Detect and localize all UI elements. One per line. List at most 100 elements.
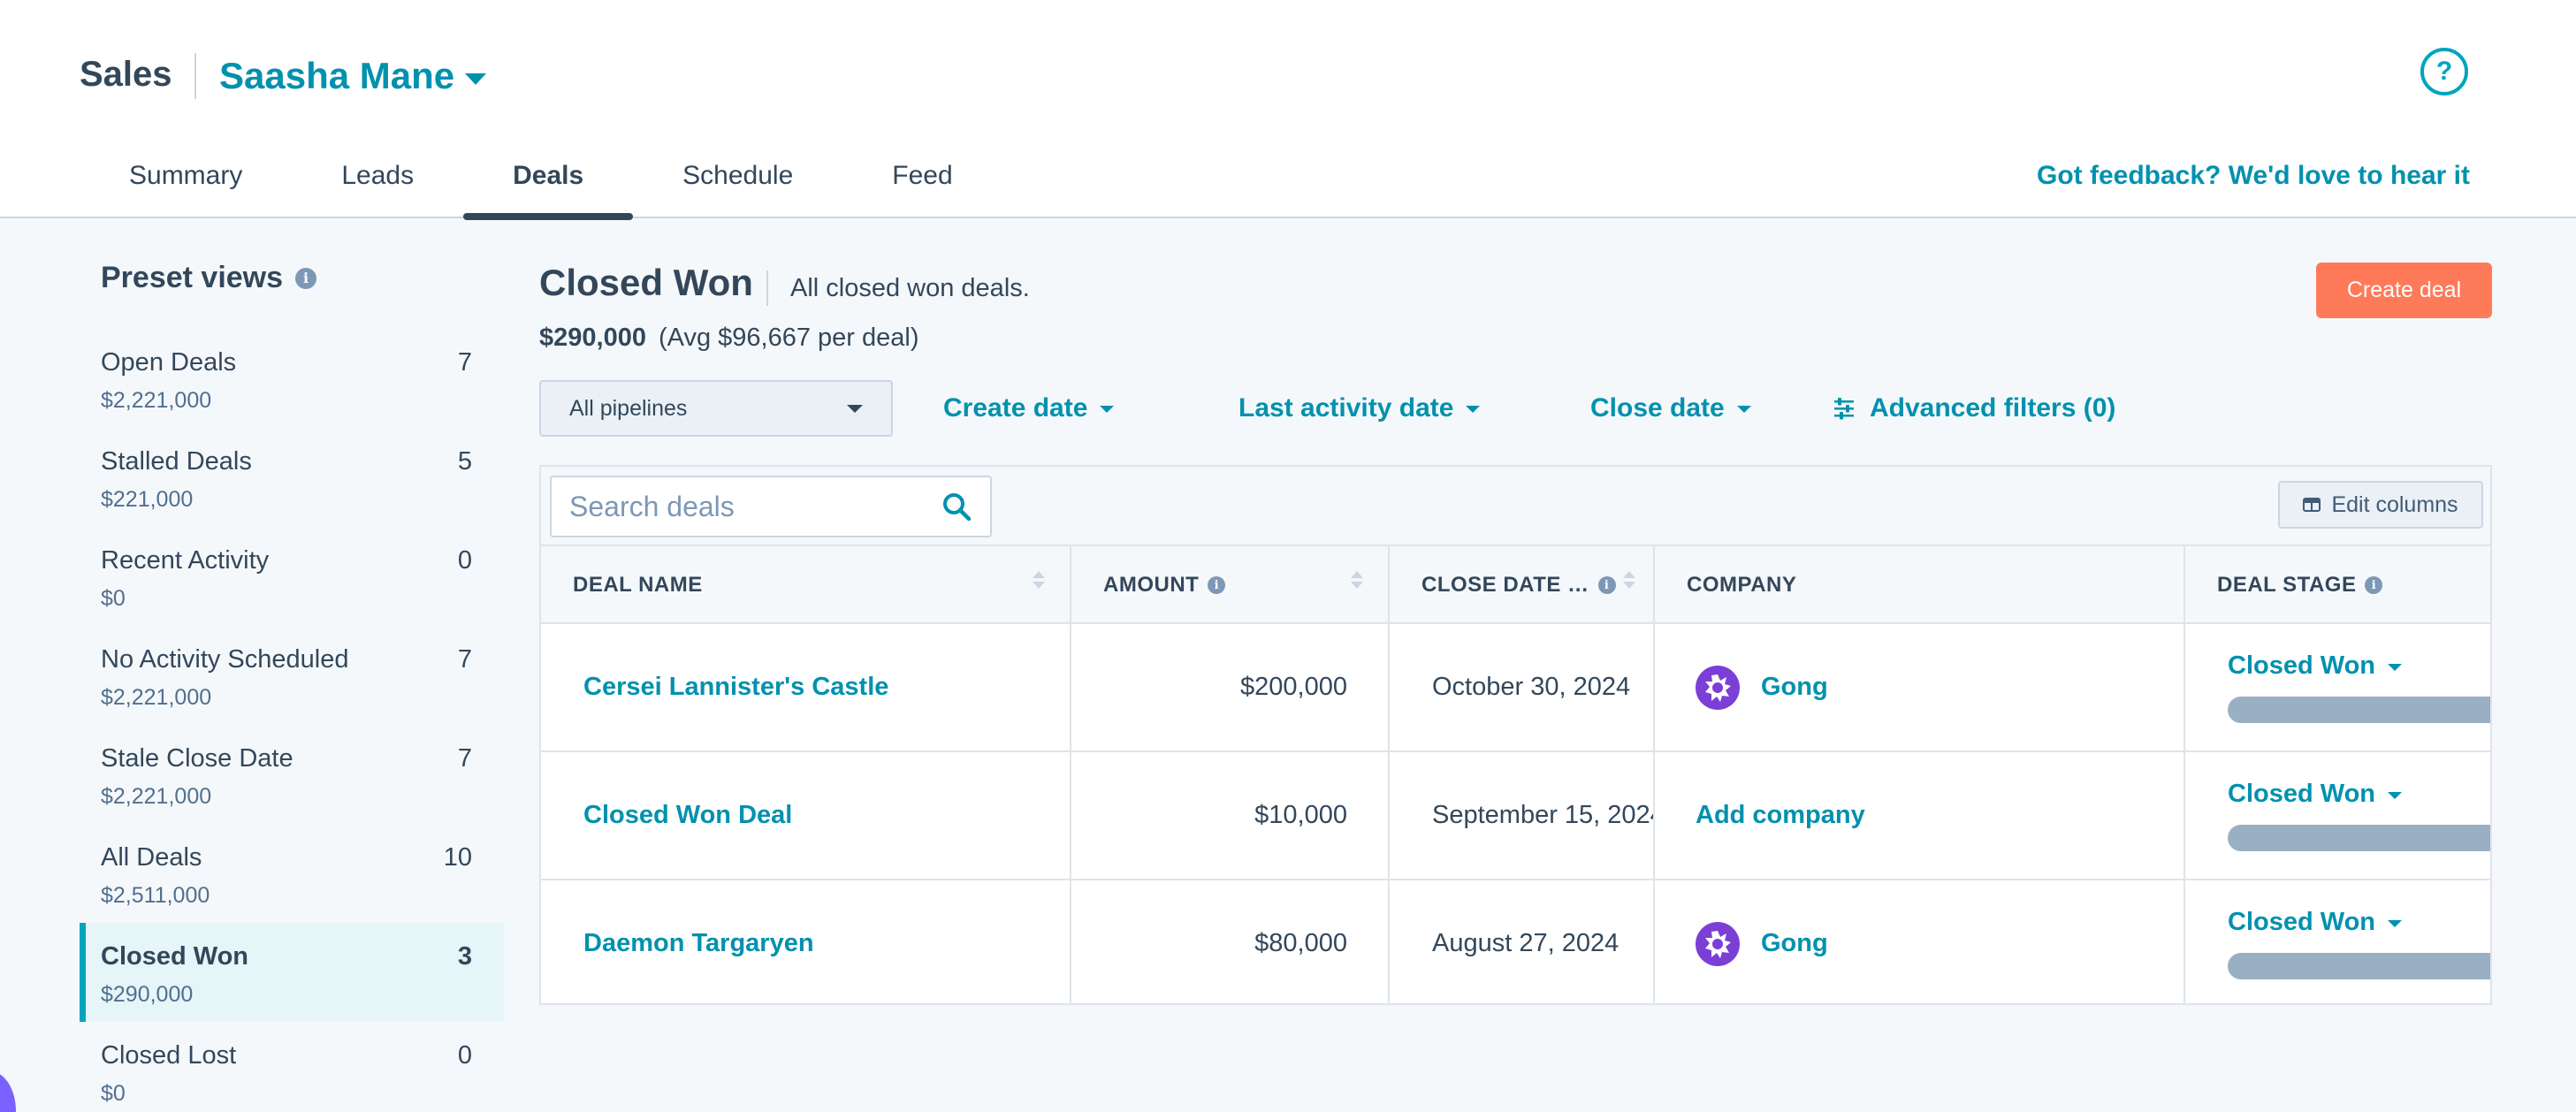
tab-summary[interactable]: Summary <box>80 141 292 218</box>
edit-columns-label: Edit columns <box>2331 491 2458 517</box>
view-recent-activity[interactable]: Recent Activity 0 $0 <box>80 527 504 626</box>
chevron-down-icon <box>847 404 863 413</box>
view-stalled-deals[interactable]: Stalled Deals 5 $221,000 <box>80 428 504 527</box>
table-header-row: DEAL NAME AMOUNT i CLOSE DATE … i COMPAN… <box>541 545 2490 624</box>
view-all-deals[interactable]: All Deals 10 $2,511,000 <box>80 824 504 923</box>
hub-title: Sales <box>80 55 172 94</box>
chevron-down-icon <box>1466 406 1481 413</box>
info-icon[interactable]: i <box>295 267 317 289</box>
view-amount: $0 <box>101 1081 126 1106</box>
sort-icon[interactable] <box>1623 571 1635 589</box>
tab-label: Summary <box>129 161 243 190</box>
view-amount: $2,511,000 <box>101 883 210 908</box>
average-amount: (Avg $96,667 per deal) <box>658 324 919 352</box>
view-amount: $221,000 <box>101 487 194 512</box>
company-link[interactable]: Gong <box>1761 673 1828 702</box>
deal-amount: $80,000 <box>1071 880 1390 1003</box>
deal-stage-cell: Closed Won <box>2185 752 2490 879</box>
view-closed-won[interactable]: Closed Won 3 $290,000 <box>80 923 504 1022</box>
view-amount: $2,221,000 <box>101 685 212 710</box>
owner-selector[interactable]: Saasha Mane <box>219 55 487 97</box>
question-icon: ? <box>2435 57 2453 86</box>
company-cell: Gong <box>1655 880 2185 1003</box>
pipeline-select[interactable]: All pipelines <box>539 380 893 437</box>
deal-stage-label: Closed Won <box>2228 651 2376 680</box>
add-company-link[interactable]: Add company <box>1696 801 1865 830</box>
column-label: COMPANY <box>1687 573 1797 597</box>
last-activity-date-filter[interactable]: Last activity date <box>1238 380 1481 437</box>
tab-feed[interactable]: Feed <box>842 141 1002 218</box>
preset-views-title: Preset views i <box>101 261 317 295</box>
column-header-deal-stage[interactable]: DEAL STAGE i <box>2185 546 2490 624</box>
deal-name-link[interactable]: Daemon Targaryen <box>541 880 1071 1003</box>
deal-stage-label: Closed Won <box>2228 908 2376 936</box>
help-button[interactable]: ? <box>2420 48 2468 95</box>
view-stale-close-date[interactable]: Stale Close Date 7 $2,221,000 <box>80 725 504 824</box>
deal-close-date: October 30, 2024 <box>1390 624 1655 750</box>
search-input[interactable] <box>569 490 905 523</box>
tab-label: Leads <box>341 161 415 190</box>
view-name: Open Deals <box>101 348 237 377</box>
deal-name-link[interactable]: Closed Won Deal <box>541 752 1071 879</box>
view-open-deals[interactable]: Open Deals 7 $2,221,000 <box>80 329 504 428</box>
feedback-link[interactable]: Got feedback? We'd love to hear it <box>2037 161 2470 191</box>
view-name: Stale Close Date <box>101 744 293 773</box>
filter-label: Advanced filters (0) <box>1870 393 2116 423</box>
tab-label: Schedule <box>682 161 794 190</box>
view-count: 3 <box>457 942 472 971</box>
filter-label: Close date <box>1590 393 1725 423</box>
column-header-amount[interactable]: AMOUNT i <box>1071 546 1390 624</box>
company-link[interactable]: Gong <box>1761 929 1828 958</box>
deal-stage-dropdown[interactable]: Closed Won <box>2228 780 2403 809</box>
chevron-down-icon <box>1100 406 1115 413</box>
close-date-filter[interactable]: Close date <box>1590 380 1751 437</box>
tab-bar: Summary Leads Deals Schedule Feed <box>80 141 1002 220</box>
deal-close-date: September 15, 2024 <box>1390 752 1655 879</box>
chevron-down-icon <box>2388 791 2403 799</box>
view-amount: $2,221,000 <box>101 388 212 413</box>
create-date-filter[interactable]: Create date <box>943 380 1115 437</box>
view-name: Stalled Deals <box>101 447 252 476</box>
info-icon[interactable]: i <box>1597 576 1616 594</box>
create-deal-button[interactable]: Create deal <box>2316 263 2492 318</box>
chevron-down-icon <box>465 72 487 85</box>
column-label: DEAL STAGE <box>2217 573 2357 597</box>
view-amount: $290,000 <box>101 982 194 1007</box>
view-no-activity-scheduled[interactable]: No Activity Scheduled 7 $2,221,000 <box>80 626 504 725</box>
company-cell: Add company <box>1655 752 2185 879</box>
column-header-company[interactable]: COMPANY <box>1655 546 2185 624</box>
info-icon[interactable]: i <box>1208 576 1226 594</box>
deal-close-date: August 27, 2024 <box>1390 880 1655 1003</box>
sort-icon[interactable] <box>1351 571 1363 589</box>
search-icon[interactable] <box>941 491 972 522</box>
chat-launcher-button[interactable] <box>0 1071 16 1112</box>
gong-logo-icon <box>1696 921 1740 966</box>
column-header-close-date[interactable]: CLOSE DATE … i <box>1390 546 1655 624</box>
advanced-filters-button[interactable]: Advanced filters (0) <box>1833 380 2115 437</box>
deal-stage-dropdown[interactable]: Closed Won <box>2228 908 2403 937</box>
info-icon[interactable]: i <box>2365 576 2383 594</box>
deal-name-link[interactable]: Cersei Lannister's Castle <box>541 624 1071 750</box>
gong-logo-icon <box>1696 665 1740 710</box>
view-count: 0 <box>457 546 472 575</box>
tab-schedule[interactable]: Schedule <box>633 141 842 218</box>
view-closed-lost[interactable]: Closed Lost 0 $0 <box>80 1022 504 1112</box>
table-toolbar: Edit columns <box>541 467 2490 545</box>
tab-label: Deals <box>513 161 584 190</box>
view-name: Closed Lost <box>101 1041 237 1070</box>
tab-deals[interactable]: Deals <box>463 141 634 220</box>
search-box[interactable] <box>550 476 992 537</box>
tab-leads[interactable]: Leads <box>292 141 463 218</box>
sort-icon[interactable] <box>1033 571 1045 589</box>
column-label: AMOUNT <box>1103 573 1200 597</box>
view-name: All Deals <box>101 843 202 872</box>
deal-stage-dropdown[interactable]: Closed Won <box>2228 651 2403 681</box>
column-header-deal-name[interactable]: DEAL NAME <box>541 546 1071 624</box>
view-amount: $2,221,000 <box>101 784 212 809</box>
table-row: Daemon Targaryen $80,000 August 27, 2024… <box>541 880 2490 1003</box>
company-cell: Gong <box>1655 624 2185 750</box>
edit-columns-button[interactable]: Edit columns <box>2278 481 2483 529</box>
header-divider <box>194 53 196 99</box>
table-row: Closed Won Deal $10,000 September 15, 20… <box>541 752 2490 880</box>
view-count: 5 <box>457 447 472 476</box>
